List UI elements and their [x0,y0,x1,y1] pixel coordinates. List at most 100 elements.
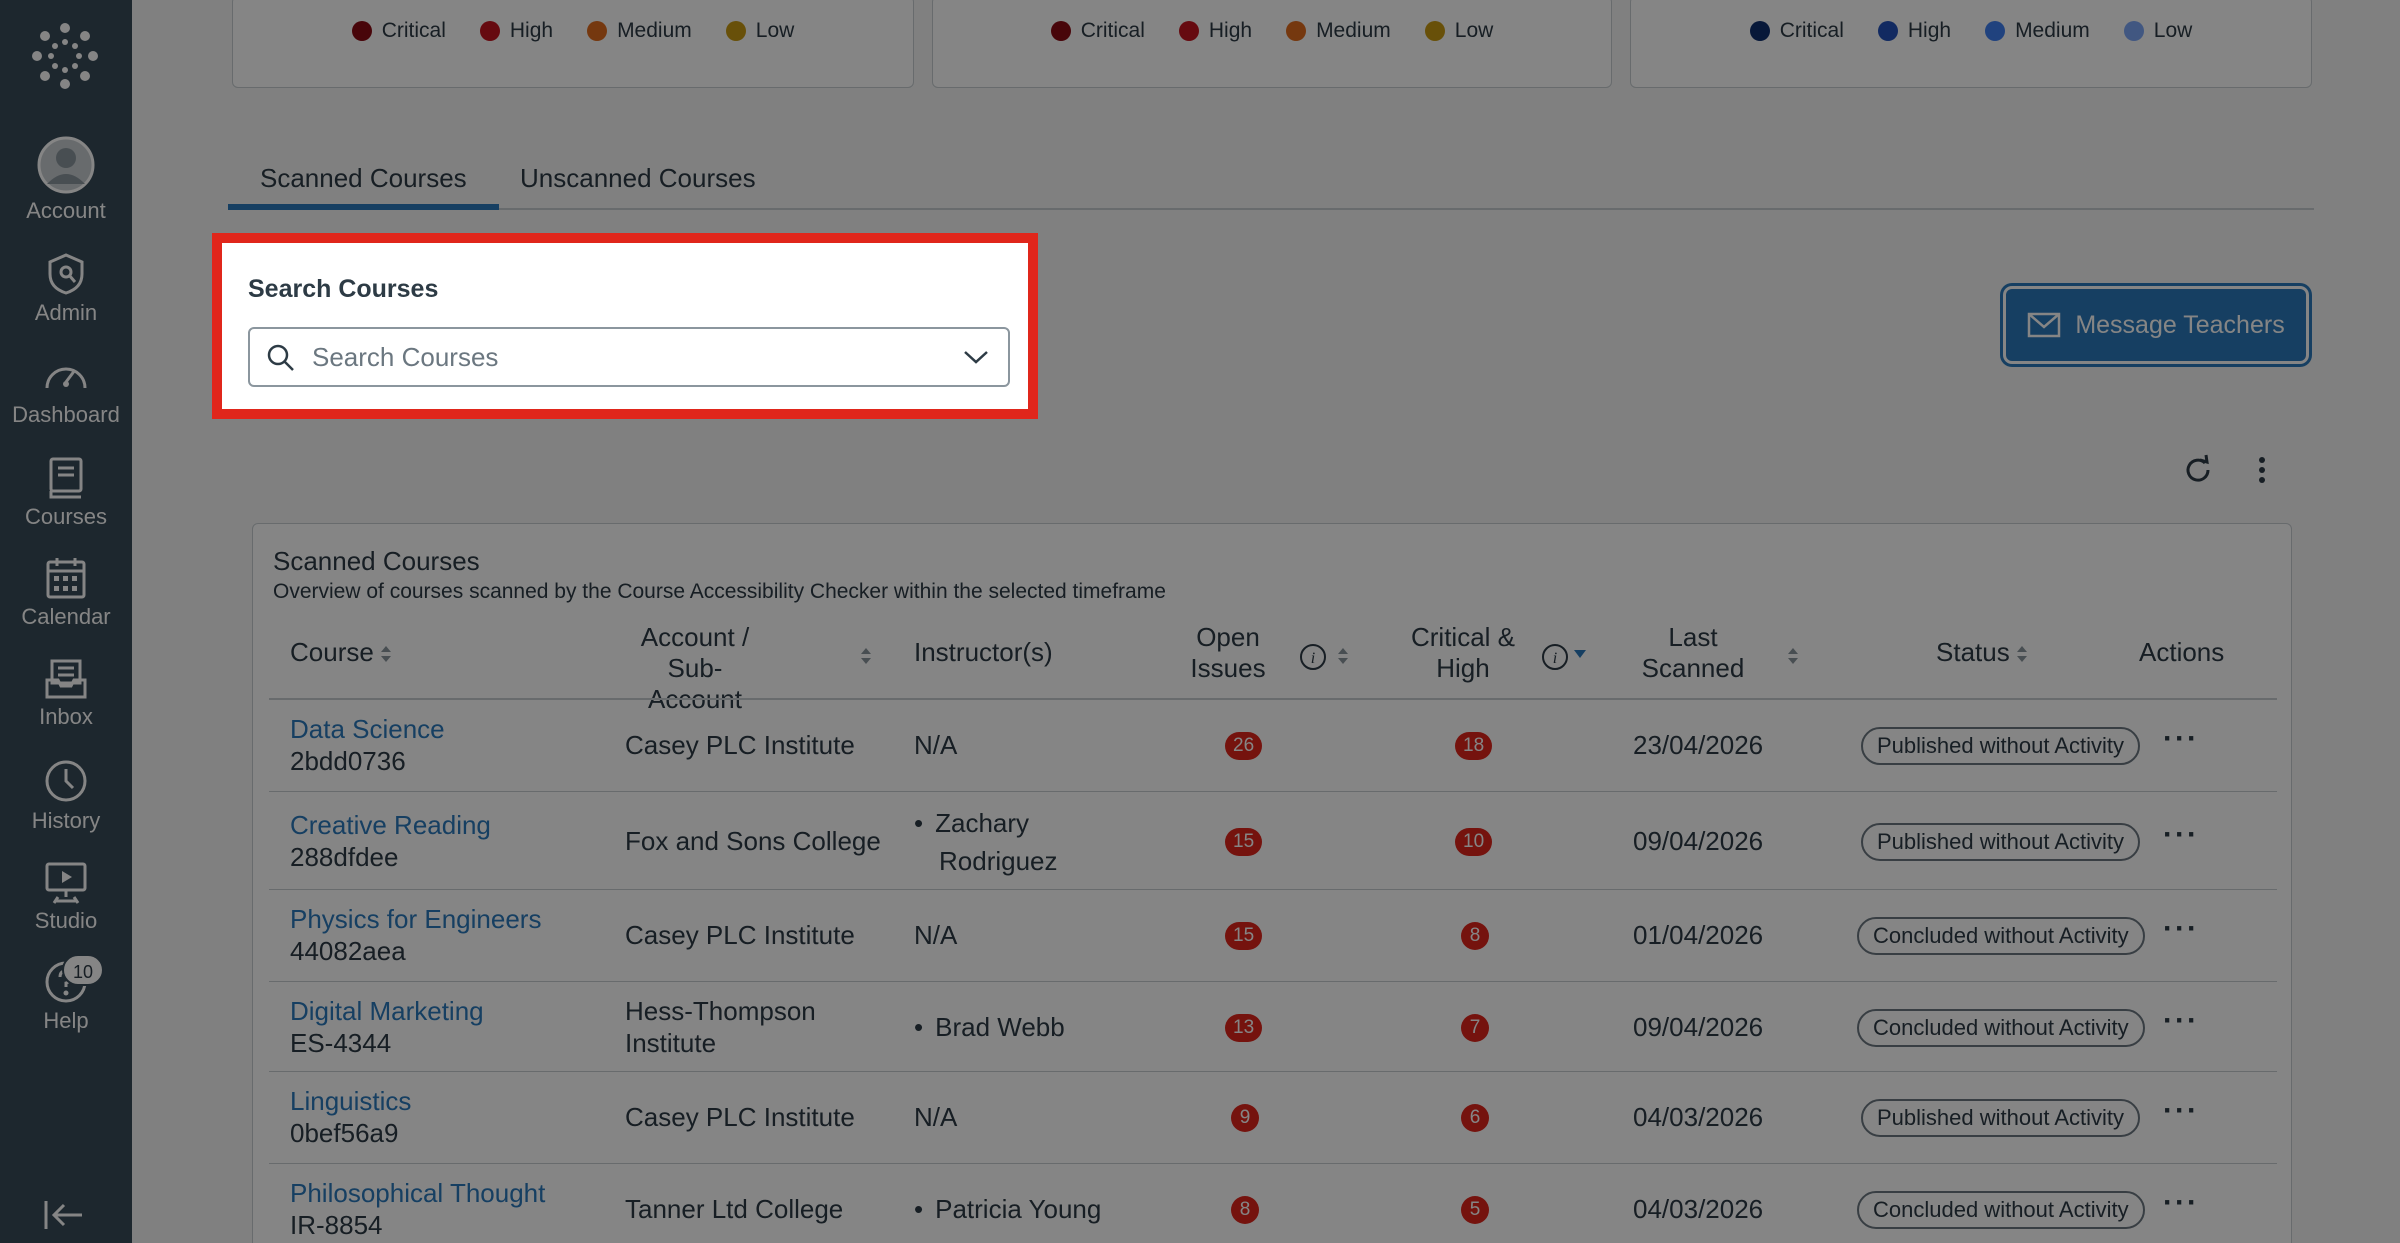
course-name-link[interactable]: Philosophical Thought [290,1178,545,1209]
legend-dot [725,21,746,41]
sort-icon[interactable] [1337,646,1349,666]
course-tabs: Scanned Courses Unscanned Courses [228,148,2314,210]
svg-text:i: i [1311,650,1315,667]
message-teachers-button[interactable]: Message Teachers [2006,289,2306,361]
critical-high-badge: 8 [1461,922,1489,950]
info-icon[interactable]: i [1299,643,1327,671]
courses-icon [49,457,83,499]
nav-dashboard[interactable]: Dashboard [0,354,132,428]
course-name-link[interactable]: Physics for Engineers [290,904,541,935]
account-name: Casey PLC Institute [625,730,855,760]
instructor-name: N/A [914,730,958,760]
course-name-link[interactable]: Creative Reading [290,810,491,841]
status-badge: Published without Activity [1861,823,2141,861]
nav-dashboard-label: Dashboard [12,402,120,427]
legend-item: High [1178,19,1253,43]
nav-account[interactable]: Account [0,136,132,224]
column-header-last-scanned[interactable]: Last Scanned [1633,622,1753,684]
legend-2: Critical High Medium Low [933,19,1611,43]
instructor-name: N/A [914,920,958,950]
open-issues-badge: 8 [1231,1196,1259,1224]
canvas-logo-icon[interactable] [31,22,99,90]
legend-item: Low [1424,19,1494,43]
nav-courses[interactable]: Courses [0,456,132,530]
row-actions-button[interactable]: ··· [2163,722,2199,756]
legend-label: Medium [617,19,692,42]
sort-icon[interactable] [1787,646,1799,666]
legend-label: High [1907,19,1952,42]
course-name-link[interactable]: Data Science [290,714,445,745]
nav-account-label: Account [26,198,106,223]
status-badge: Published without Activity [1861,1099,2141,1137]
legend-label: Low [1454,19,1494,42]
status-badge: Published without Activity [1861,727,2141,765]
row-actions-button[interactable]: ··· [2163,1186,2199,1220]
chart-card-1: Critical High Medium Low [232,0,914,88]
header-label: Status [1936,637,2010,667]
legend-label: Medium [2015,19,2090,42]
nav-history[interactable]: History [0,758,132,834]
tab-unscanned-courses[interactable]: Unscanned Courses [488,158,788,210]
table-row: Philosophical Thought IR-8854 Tanner Ltd… [269,1164,2277,1243]
course-name-link[interactable]: Linguistics [290,1086,411,1117]
header-label: Critical & [1410,622,1515,652]
legend-dot [1424,21,1445,41]
nav-admin-label: Admin [34,300,98,325]
legend-item: Critical [351,19,446,43]
column-header-status[interactable]: Status [1936,637,2028,668]
account-name: Casey PLC Institute [625,920,855,950]
critical-high-badge: 18 [1455,732,1493,760]
legend-label: High [1208,19,1253,42]
history-icon [45,760,87,802]
nav-studio[interactable]: Studio [0,860,132,934]
last-scanned-date: 09/04/2026 [1633,1012,1764,1042]
legend-item: Low [725,19,795,43]
admin-icon [48,253,84,295]
row-actions-button[interactable]: ··· [2163,912,2199,946]
legend-dot [1286,21,1307,41]
table-row: Physics for Engineers 44082aea Casey PLC… [269,890,2277,982]
info-icon[interactable]: i [1541,643,1569,671]
search-courses-input[interactable] [312,339,912,375]
course-name-link[interactable]: Digital Marketing [290,996,484,1027]
legend-dot [351,21,372,41]
sort-icon[interactable] [860,646,872,666]
search-courses-highlight: Search Courses [212,233,1038,419]
row-actions-button[interactable]: ··· [2163,818,2199,852]
legend-label: Low [755,19,795,42]
row-actions-button[interactable]: ··· [2163,1094,2199,1128]
nav-calendar[interactable]: Calendar [0,556,132,630]
status-badge: Concluded without Activity [1857,1191,2145,1229]
message-teachers-label: Message Teachers [2075,310,2285,339]
nav-history-label: History [31,808,101,833]
status-badge: Concluded without Activity [1857,1009,2145,1047]
header-label: Course [290,637,374,667]
open-issues-badge: 15 [1225,828,1263,856]
legend-dot [2123,21,2144,41]
column-header-open-issues[interactable]: Open Issues [1183,622,1273,684]
instructor-name: Zachary [914,808,1029,839]
collapse-nav-icon[interactable] [42,1198,86,1232]
column-header-critical-high[interactable]: Critical & High [1403,622,1523,684]
dashboard-icon [45,367,87,389]
nav-help-label: Help [43,1008,89,1033]
table-row: Digital Marketing ES-4344 Hess-Thompson … [269,982,2277,1072]
row-actions-button[interactable]: ··· [2163,1004,2199,1038]
account-name: Fox and Sons College [625,826,881,856]
search-courses-combobox[interactable] [248,327,1010,387]
chevron-down-icon[interactable] [962,347,990,367]
refresh-icon[interactable] [2180,452,2216,488]
header-label: Scanned [1641,653,1745,683]
header-label: Account / Sub- [640,622,750,683]
nav-inbox[interactable]: Inbox [0,658,132,730]
sort-descending-icon[interactable] [1573,648,1587,660]
legend-item: Medium [1985,19,2090,43]
column-header-course[interactable]: Course [290,637,392,668]
search-icon [267,344,294,371]
tab-scanned-courses[interactable]: Scanned Courses [228,158,499,210]
global-nav-sidebar: Account Admin Dashboard Courses Calendar… [0,0,132,1243]
sort-icon [380,646,391,663]
nav-admin[interactable]: Admin [0,252,132,326]
more-options-icon[interactable] [2244,452,2280,488]
inbox-icon [45,659,87,699]
